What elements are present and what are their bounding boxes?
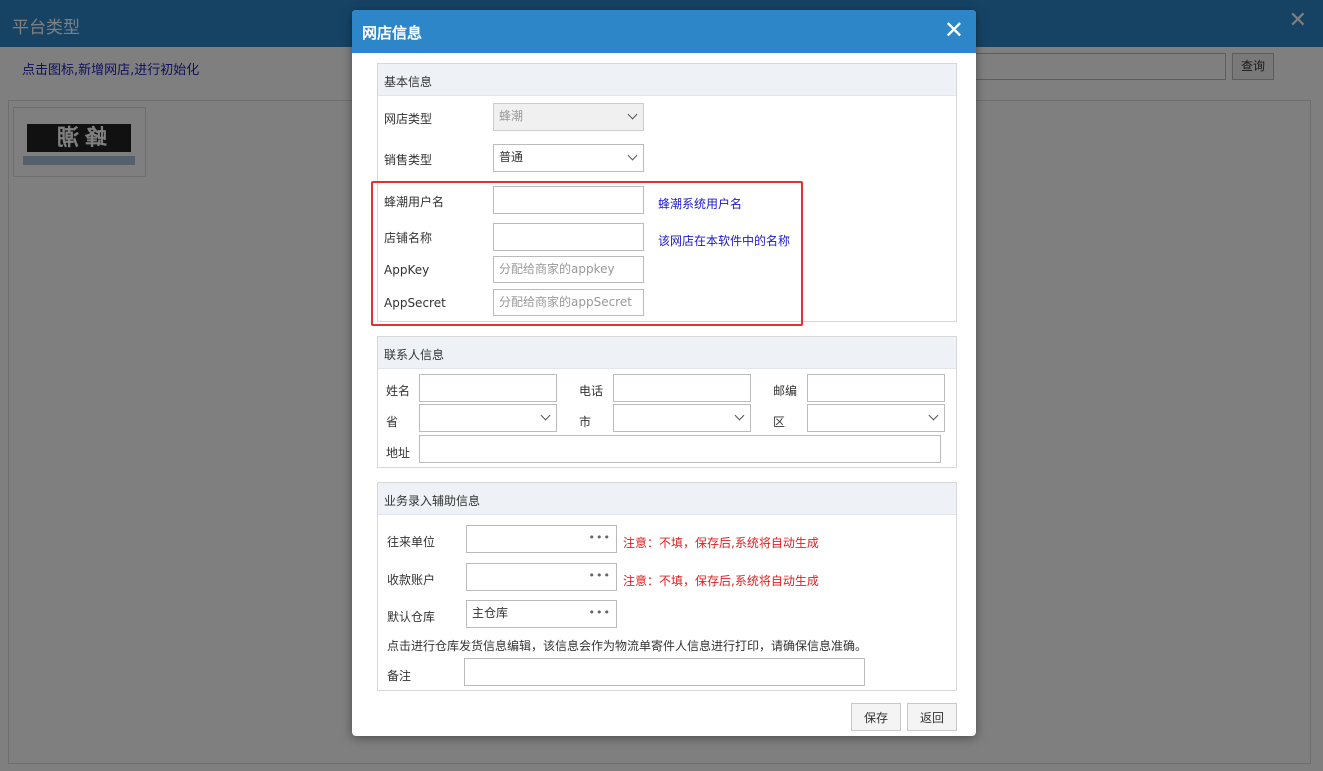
warehouse-label: 默认仓库 [387, 610, 436, 624]
save-button[interactable]: 保存 [851, 703, 901, 731]
account-picker[interactable]: ••• [466, 563, 617, 591]
more-icon[interactable]: ••• [589, 601, 611, 625]
account-label: 收款账户 [387, 573, 436, 587]
dialog-title-bar: 网店信息 ✕ [352, 10, 976, 53]
name-input[interactable] [419, 374, 557, 402]
highlight-box [371, 181, 803, 326]
section-header: 联系人信息 [378, 337, 956, 369]
contact-info-section: 联系人信息 姓名 电话 邮编 省 市 区 地址 [377, 336, 957, 468]
warehouse-picker[interactable]: 主仓库 ••• [466, 600, 617, 628]
section-header: 基本信息 [378, 64, 956, 96]
business-info-section: 业务录入辅助信息 往来单位 ••• 注意：不填，保存后,系统将自动生成 收款账户… [377, 482, 957, 691]
district-select[interactable] [807, 404, 945, 432]
store-type-select[interactable]: 蜂潮 [493, 103, 644, 131]
warehouse-value: 主仓库 [472, 606, 509, 620]
phone-input[interactable] [613, 374, 751, 402]
city-label: 市 [579, 415, 592, 429]
postcode-input[interactable] [807, 374, 945, 402]
section-title: 基本信息 [384, 75, 433, 89]
address-label: 地址 [386, 446, 411, 460]
remark-input[interactable] [464, 658, 865, 686]
partner-note: 注意：不填，保存后,系统将自动生成 [623, 536, 819, 550]
shop-info-dialog: 网店信息 ✕ 基本信息 网店类型 蜂潮 销售类型 普通 蜂潮用户名 蜂潮系统用户… [352, 10, 976, 736]
district-label: 区 [773, 415, 786, 429]
back-button[interactable]: 返回 [907, 703, 957, 731]
partner-picker[interactable]: ••• [466, 525, 617, 553]
sales-type-select[interactable]: 普通 [493, 144, 644, 172]
dialog-title: 网店信息 [362, 24, 423, 42]
phone-label: 电话 [579, 384, 604, 398]
store-type-label: 网店类型 [384, 112, 433, 126]
sales-type-label: 销售类型 [384, 153, 433, 167]
more-icon[interactable]: ••• [589, 564, 611, 588]
partner-label: 往来单位 [387, 535, 436, 549]
close-icon[interactable]: ✕ [944, 18, 964, 42]
section-title: 联系人信息 [384, 348, 445, 362]
postcode-label: 邮编 [773, 384, 798, 398]
section-header: 业务录入辅助信息 [378, 483, 956, 515]
remark-label: 备注 [387, 669, 412, 683]
warehouse-hint[interactable]: 点击进行仓库发货信息编辑，该信息会作为物流单寄件人信息进行打印，请确保信息准确。 [387, 637, 867, 654]
address-input[interactable] [419, 435, 941, 463]
account-note: 注意：不填，保存后,系统将自动生成 [623, 574, 819, 588]
section-title: 业务录入辅助信息 [384, 494, 481, 508]
name-label: 姓名 [386, 384, 411, 398]
city-select[interactable] [613, 404, 751, 432]
more-icon[interactable]: ••• [589, 526, 611, 550]
province-select[interactable] [419, 404, 557, 432]
province-label: 省 [386, 415, 399, 429]
